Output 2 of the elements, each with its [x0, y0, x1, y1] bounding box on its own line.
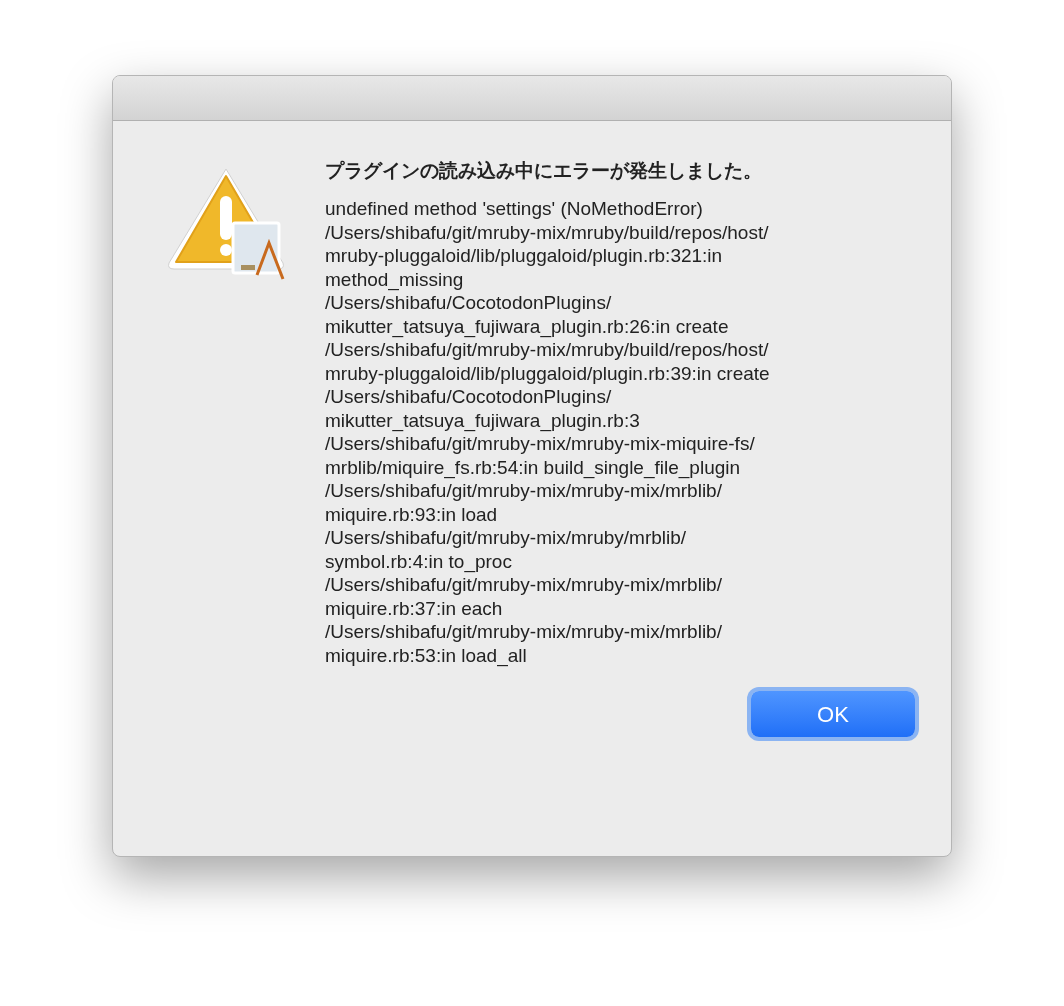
- dialog-title: プラグインの読み込み中にエラーが発生しました。: [325, 159, 763, 183]
- error-message: undefined method 'settings' (NoMethodError) /Users/shibafu/git/mruby-mix/mruby/build/repos/host/ mruby-pluggaloid/lib/pluggaloid/plugin.rb:321:in method_missing /Users/shibafu/CocotodonPlugins/ mikutter_tatsuya_fujiwara_plugin.rb:26:in create /Users/shibafu/git/mruby-mix/mruby/build/repos/host/ mruby-pluggaloid/lib/pluggaloid/plugin.rb:39:in create /Users/shibafu/CocotodonPlugins/ mikutter_tatsuya_fujiwara_plugin.rb:3 /Users/shibafu/git/mruby-mix/mruby-mix-miquire-fs/ mrblib/miquire_fs.rb:54:in build_single_file_plugin /Users/shibafu/git/mruby-mix/mruby-mix/mrblib/ miquire.rb:93:in load /Users/shibafu/git/mruby-mix/mruby/mrblib/ symbol.rb:4:in to_proc /Users/shibafu/git/mruby-mix/mruby-mix/mrblib/ miquire.rb:37:in each /Users/shibafu/git/mruby-mix/mruby-mix/mrblib/ miquire.rb:53:in load_all: [325, 197, 770, 667]
